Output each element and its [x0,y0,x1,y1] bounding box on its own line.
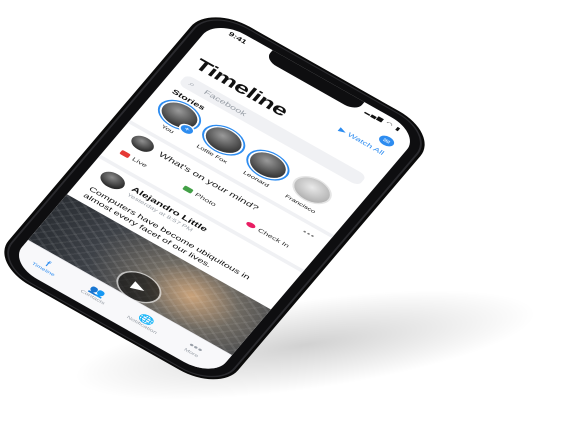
photo-icon [182,185,194,194]
live-button[interactable]: Live [119,149,149,169]
photo-label: Photo [193,191,218,208]
love-reaction-icon [18,279,31,289]
like-reaction-icon [11,275,25,285]
live-label: Live [130,156,149,169]
status-time: 9:41 [226,30,249,46]
watch-all-link[interactable]: ▶ Watch All [337,127,385,157]
reactions-count: 3.4k [38,291,56,303]
search-icon: ⌕ [186,80,197,89]
watch-all-label: Watch All [345,131,386,157]
haha-reaction-icon [25,282,38,293]
video-camera-icon [119,149,131,159]
messenger-icon[interactable]: ✉ [376,133,397,149]
composer-more-icon[interactable]: ••• [301,229,317,241]
location-pin-icon [245,220,257,230]
status-icons: ▂▄▆ ◠ ▮ [364,108,403,133]
